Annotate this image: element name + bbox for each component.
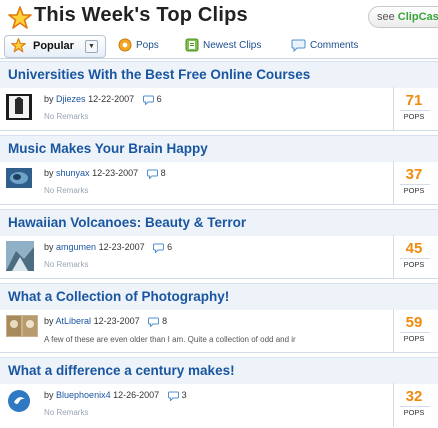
- comment-count[interactable]: 6: [157, 94, 162, 104]
- tab-bar: Popular ▼ Pops Newest Clips Comments: [0, 34, 438, 59]
- clip-title-link[interactable]: Universities With the Best Free Online C…: [8, 67, 310, 82]
- tab-newest-clips[interactable]: Newest Clips: [185, 36, 261, 56]
- clip-remarks: No Remarks: [44, 260, 89, 269]
- clip-thumbnail[interactable]: [6, 94, 32, 120]
- clip-by: by: [44, 390, 54, 400]
- clip-thumbnail[interactable]: [6, 388, 32, 414]
- tab-popular-label: Popular: [33, 40, 74, 52]
- comment-icon: [167, 391, 179, 401]
- pops-icon: [118, 38, 132, 52]
- pops-divider: [400, 110, 430, 111]
- tab-comments[interactable]: Comments: [291, 36, 358, 56]
- clip-title-bar: Music Makes Your Brain Happy: [0, 135, 438, 162]
- clip-date: 12-23-2007: [98, 242, 145, 252]
- clip-by: by: [44, 242, 54, 252]
- tab-pops-label: Pops: [136, 40, 159, 51]
- tab-comments-label: Comments: [310, 40, 359, 51]
- pops-separator: [393, 87, 394, 131]
- pops-separator: [393, 309, 394, 353]
- widget-header: This Week's Top Clips see ClipCast: [0, 0, 438, 34]
- pops-divider: [400, 332, 430, 333]
- clip-item: Universities With the Best Free Online C…: [0, 61, 438, 131]
- clip-remarks: A few of these are even older than I am.…: [44, 335, 296, 344]
- clip-item: What a Collection of Photography! by AtL…: [0, 283, 438, 353]
- pops-count[interactable]: 71: [396, 92, 432, 109]
- pops-separator: [393, 235, 394, 279]
- clip-by: by: [44, 94, 54, 104]
- comment-icon: [148, 317, 160, 327]
- pops-count[interactable]: 59: [396, 314, 432, 331]
- clips-icon: [185, 38, 199, 52]
- row-divider: [0, 278, 438, 279]
- clip-by: by: [44, 168, 54, 178]
- clip-user-link[interactable]: shunyax: [56, 168, 90, 178]
- see-clipcast-link[interactable]: see ClipCast: [368, 6, 438, 28]
- tab-popular[interactable]: Popular ▼: [4, 35, 106, 58]
- pops-divider: [400, 184, 430, 185]
- pops-divider: [400, 406, 430, 407]
- clip-meta: by Djiezes 12-22-2007 6: [44, 94, 162, 105]
- tab-newest-clips-label: Newest Clips: [203, 40, 262, 51]
- clip-title-bar: What a Collection of Photography!: [0, 283, 438, 310]
- pops-label: POPS: [403, 334, 425, 343]
- pops-label: POPS: [403, 260, 425, 269]
- widget-title: This Week's Top Clips: [34, 4, 248, 26]
- clip-title-bar: Universities With the Best Free Online C…: [0, 61, 438, 88]
- pops-count[interactable]: 37: [396, 166, 432, 183]
- clip-meta: by amgumen 12-23-2007 6: [44, 242, 172, 253]
- clip-title-bar: What a difference a century makes!: [0, 357, 438, 384]
- pops-label: POPS: [403, 186, 425, 195]
- clip-remarks: No Remarks: [44, 112, 89, 121]
- clip-item: Hawaiian Volcanoes: Beauty & Terror by a…: [0, 209, 438, 279]
- comment-count[interactable]: 6: [167, 242, 172, 252]
- clip-user-link[interactable]: AtLiberal: [56, 316, 92, 326]
- comment-icon: [146, 169, 158, 179]
- see-prefix: see: [377, 11, 398, 23]
- clip-user-link[interactable]: amgumen: [56, 242, 96, 252]
- tab-pops[interactable]: Pops: [118, 36, 159, 56]
- clip-by: by: [44, 316, 54, 326]
- clip-remarks: No Remarks: [44, 186, 89, 195]
- comment-count[interactable]: 3: [182, 390, 187, 400]
- clip-date: 12-23-2007: [92, 168, 139, 178]
- pops-divider: [400, 258, 430, 259]
- clip-meta: by AtLiberal 12-23-2007 8: [44, 316, 167, 327]
- clip-date: 12-26-2007: [113, 390, 160, 400]
- pops-separator: [393, 161, 394, 205]
- clip-user-link[interactable]: Bluephoenix4: [56, 390, 111, 400]
- clip-meta: by Bluephoenix4 12-26-2007 3: [44, 390, 187, 401]
- pops-count[interactable]: 32: [396, 388, 432, 405]
- clip-item: Music Makes Your Brain Happy by shunyax …: [0, 135, 438, 205]
- pops-label: POPS: [403, 112, 425, 121]
- row-divider: [0, 204, 438, 205]
- clip-title-link[interactable]: Music Makes Your Brain Happy: [8, 141, 208, 156]
- comment-icon: [291, 39, 306, 52]
- clip-remarks: No Remarks: [44, 408, 89, 417]
- chevron-down-icon[interactable]: ▼: [85, 40, 98, 53]
- star-icon: [8, 6, 32, 29]
- clip-thumbnail[interactable]: [6, 241, 34, 271]
- clip-title-link[interactable]: What a difference a century makes!: [8, 363, 235, 378]
- clip-date: 12-23-2007: [93, 316, 140, 326]
- clip-title-link[interactable]: Hawaiian Volcanoes: Beauty & Terror: [8, 215, 246, 230]
- clipcast-brand: ClipCast: [397, 11, 438, 23]
- clip-user-link[interactable]: Djiezes: [56, 94, 86, 104]
- comment-icon: [153, 243, 165, 253]
- clip-thumbnail[interactable]: [6, 168, 32, 188]
- row-divider: [0, 130, 438, 131]
- clip-meta: by shunyax 12-23-2007 8: [44, 168, 166, 179]
- star-icon: [11, 38, 26, 53]
- comment-icon: [142, 95, 154, 105]
- clip-date: 12-22-2007: [88, 94, 135, 104]
- clip-title-link[interactable]: What a Collection of Photography!: [8, 289, 229, 304]
- pops-count[interactable]: 45: [396, 240, 432, 257]
- clip-thumbnail[interactable]: [6, 315, 38, 337]
- pops-separator: [393, 383, 394, 427]
- comment-count[interactable]: 8: [161, 168, 166, 178]
- pops-label: POPS: [403, 408, 425, 417]
- comment-count[interactable]: 8: [162, 316, 167, 326]
- clip-item: What a difference a century makes! by Bl…: [0, 357, 438, 427]
- row-divider: [0, 352, 438, 353]
- clip-title-bar: Hawaiian Volcanoes: Beauty & Terror: [0, 209, 438, 236]
